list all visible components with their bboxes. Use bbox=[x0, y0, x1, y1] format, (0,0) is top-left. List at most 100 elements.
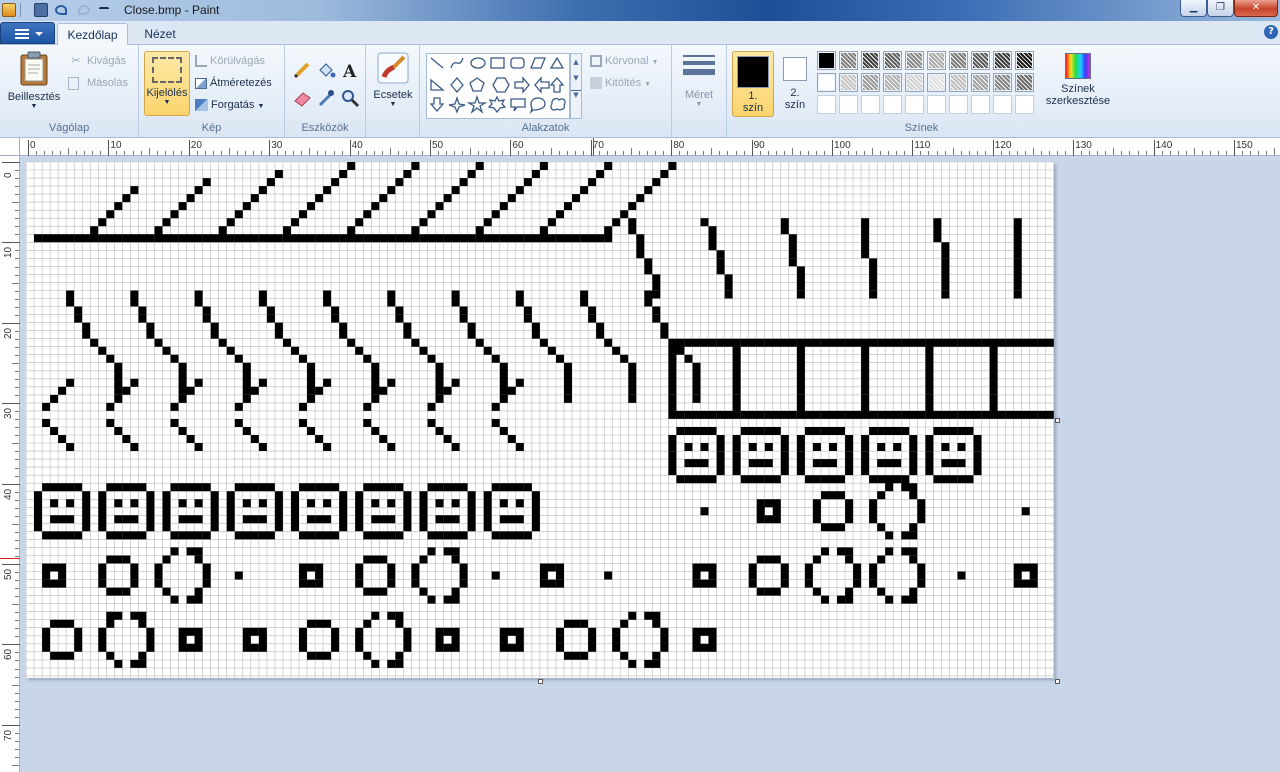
ruler-minor-tick bbox=[1177, 151, 1179, 155]
ruler-minor-tick bbox=[687, 151, 689, 155]
redo-icon[interactable] bbox=[78, 5, 90, 15]
color-swatch[interactable] bbox=[817, 95, 836, 114]
fill-button[interactable]: Kitöltés ▼ bbox=[590, 73, 651, 93]
color-swatch[interactable] bbox=[993, 73, 1012, 92]
color-swatch[interactable] bbox=[883, 95, 902, 114]
ruler-tick bbox=[28, 140, 29, 156]
color-swatch[interactable] bbox=[949, 95, 968, 114]
paint-app-icon[interactable] bbox=[2, 3, 16, 17]
tab-view[interactable]: Nézet bbox=[134, 23, 186, 45]
size-button[interactable]: Méret ▼ bbox=[676, 51, 722, 119]
menu-icon bbox=[15, 29, 29, 39]
ruler-minor-tick bbox=[15, 346, 19, 348]
shapes-gallery[interactable] bbox=[426, 53, 570, 119]
color-swatch[interactable] bbox=[883, 51, 902, 70]
maximize-button[interactable]: ❐ bbox=[1207, 0, 1234, 17]
color-swatch[interactable] bbox=[839, 73, 858, 92]
edit-colors-button[interactable]: Színek szerkesztése bbox=[1045, 51, 1111, 117]
color1-button[interactable]: 1. szín bbox=[732, 51, 774, 117]
color-swatch[interactable] bbox=[971, 95, 990, 114]
ruler-minor-tick bbox=[655, 151, 657, 155]
fill-bucket-icon[interactable] bbox=[315, 59, 337, 81]
color-swatch[interactable] bbox=[861, 51, 880, 70]
group-tools: A Eszközök bbox=[285, 45, 366, 137]
color-swatch[interactable] bbox=[861, 95, 880, 114]
color-swatch[interactable] bbox=[861, 73, 880, 92]
copy-label: Másolás bbox=[87, 77, 128, 89]
ruler-minor-tick bbox=[864, 151, 866, 155]
paint-menu-button[interactable] bbox=[0, 22, 55, 44]
color-swatch[interactable] bbox=[993, 95, 1012, 114]
color-swatch[interactable] bbox=[971, 73, 990, 92]
save-icon[interactable] bbox=[34, 3, 48, 17]
ruler-minor-tick bbox=[1089, 151, 1091, 155]
ruler-minor-tick bbox=[1169, 151, 1171, 155]
tab-home[interactable]: Kezdőlap bbox=[57, 23, 128, 45]
resize-handle-corner[interactable] bbox=[1055, 679, 1060, 684]
color-swatch[interactable] bbox=[949, 51, 968, 70]
minimize-button[interactable]: ▁ bbox=[1180, 0, 1207, 17]
color-swatch[interactable] bbox=[905, 95, 924, 114]
outline-button[interactable]: Körvonal ▼ bbox=[590, 51, 658, 71]
expand-gallery-icon[interactable]: ▼ bbox=[571, 90, 581, 99]
undo-icon[interactable] bbox=[55, 5, 67, 15]
ruler-label: 50 bbox=[432, 140, 444, 151]
copy-button[interactable]: Másolás bbox=[68, 73, 128, 93]
color-picker-icon[interactable] bbox=[315, 87, 337, 109]
magnifier-icon[interactable] bbox=[339, 87, 361, 109]
four-point-star-shape-icon bbox=[448, 95, 466, 114]
help-icon[interactable]: ? bbox=[1264, 25, 1278, 39]
resize-button[interactable]: Átméretezés bbox=[195, 73, 272, 93]
svg-text:A: A bbox=[342, 62, 357, 81]
ruler-minor-tick bbox=[526, 151, 528, 155]
color-swatch[interactable] bbox=[905, 73, 924, 92]
close-button[interactable]: ✕ bbox=[1234, 0, 1278, 17]
text-icon[interactable]: A bbox=[339, 59, 361, 82]
color-swatch[interactable] bbox=[927, 73, 946, 92]
eraser-icon[interactable] bbox=[291, 87, 313, 109]
resize-handle-bottom[interactable] bbox=[538, 679, 543, 684]
color-swatch[interactable] bbox=[949, 73, 968, 92]
paste-label: Beillesztés bbox=[7, 91, 61, 103]
color-palette bbox=[817, 51, 1039, 117]
color-swatch[interactable] bbox=[839, 51, 858, 70]
paste-button[interactable]: Beillesztés ▼ bbox=[4, 51, 64, 121]
triangle-shape-icon bbox=[549, 56, 565, 69]
color-swatch[interactable] bbox=[883, 73, 902, 92]
ruler-minor-tick bbox=[711, 148, 713, 155]
crop-button[interactable]: Körülvágás bbox=[195, 51, 265, 71]
ruler-tick bbox=[2, 564, 20, 565]
pencil-icon[interactable] bbox=[291, 59, 313, 81]
canvas-area[interactable] bbox=[20, 156, 1280, 772]
ruler-minor-tick bbox=[15, 218, 19, 220]
color2-button[interactable]: 2. szín bbox=[779, 51, 811, 117]
color-swatch[interactable] bbox=[927, 51, 946, 70]
color-swatch[interactable] bbox=[1015, 51, 1034, 70]
color-swatch[interactable] bbox=[817, 51, 836, 70]
ruler-tick bbox=[1153, 140, 1155, 156]
shapes-gallery-scroll[interactable]: ▲ ▼ ▼ bbox=[570, 53, 582, 119]
rotate-button[interactable]: Forgatás ▼ bbox=[195, 95, 264, 115]
polygon-shape-icon bbox=[530, 57, 546, 69]
color-swatch[interactable] bbox=[1015, 95, 1034, 114]
ruler-tick bbox=[671, 140, 673, 156]
color-swatch[interactable] bbox=[905, 51, 924, 70]
color-swatch[interactable] bbox=[971, 51, 990, 70]
ruler-minor-tick bbox=[976, 151, 978, 155]
vertical-ruler: 0 10 20 30 40 50 60 70 bbox=[0, 156, 20, 772]
color-swatch[interactable] bbox=[927, 95, 946, 114]
resize-handle-right[interactable] bbox=[1055, 418, 1060, 423]
drawing-canvas[interactable] bbox=[26, 162, 1054, 678]
cut-button[interactable]: ✂ Kivágás bbox=[68, 51, 126, 71]
color-swatch[interactable] bbox=[817, 73, 836, 92]
ruler-minor-tick bbox=[1049, 151, 1051, 155]
chevron-up-icon[interactable]: ▲ bbox=[571, 58, 581, 66]
brushes-button[interactable]: Ecsetek ▼ bbox=[369, 51, 417, 119]
customize-toolbar-icon[interactable] bbox=[99, 7, 109, 15]
chevron-down-icon[interactable]: ▼ bbox=[571, 74, 581, 82]
color-swatch[interactable] bbox=[993, 51, 1012, 70]
select-button[interactable]: Kijelölés ▼ bbox=[144, 51, 190, 116]
color-swatch[interactable] bbox=[839, 95, 858, 114]
color-swatch[interactable] bbox=[1015, 73, 1034, 92]
right-arrow-shape-icon bbox=[514, 76, 530, 94]
